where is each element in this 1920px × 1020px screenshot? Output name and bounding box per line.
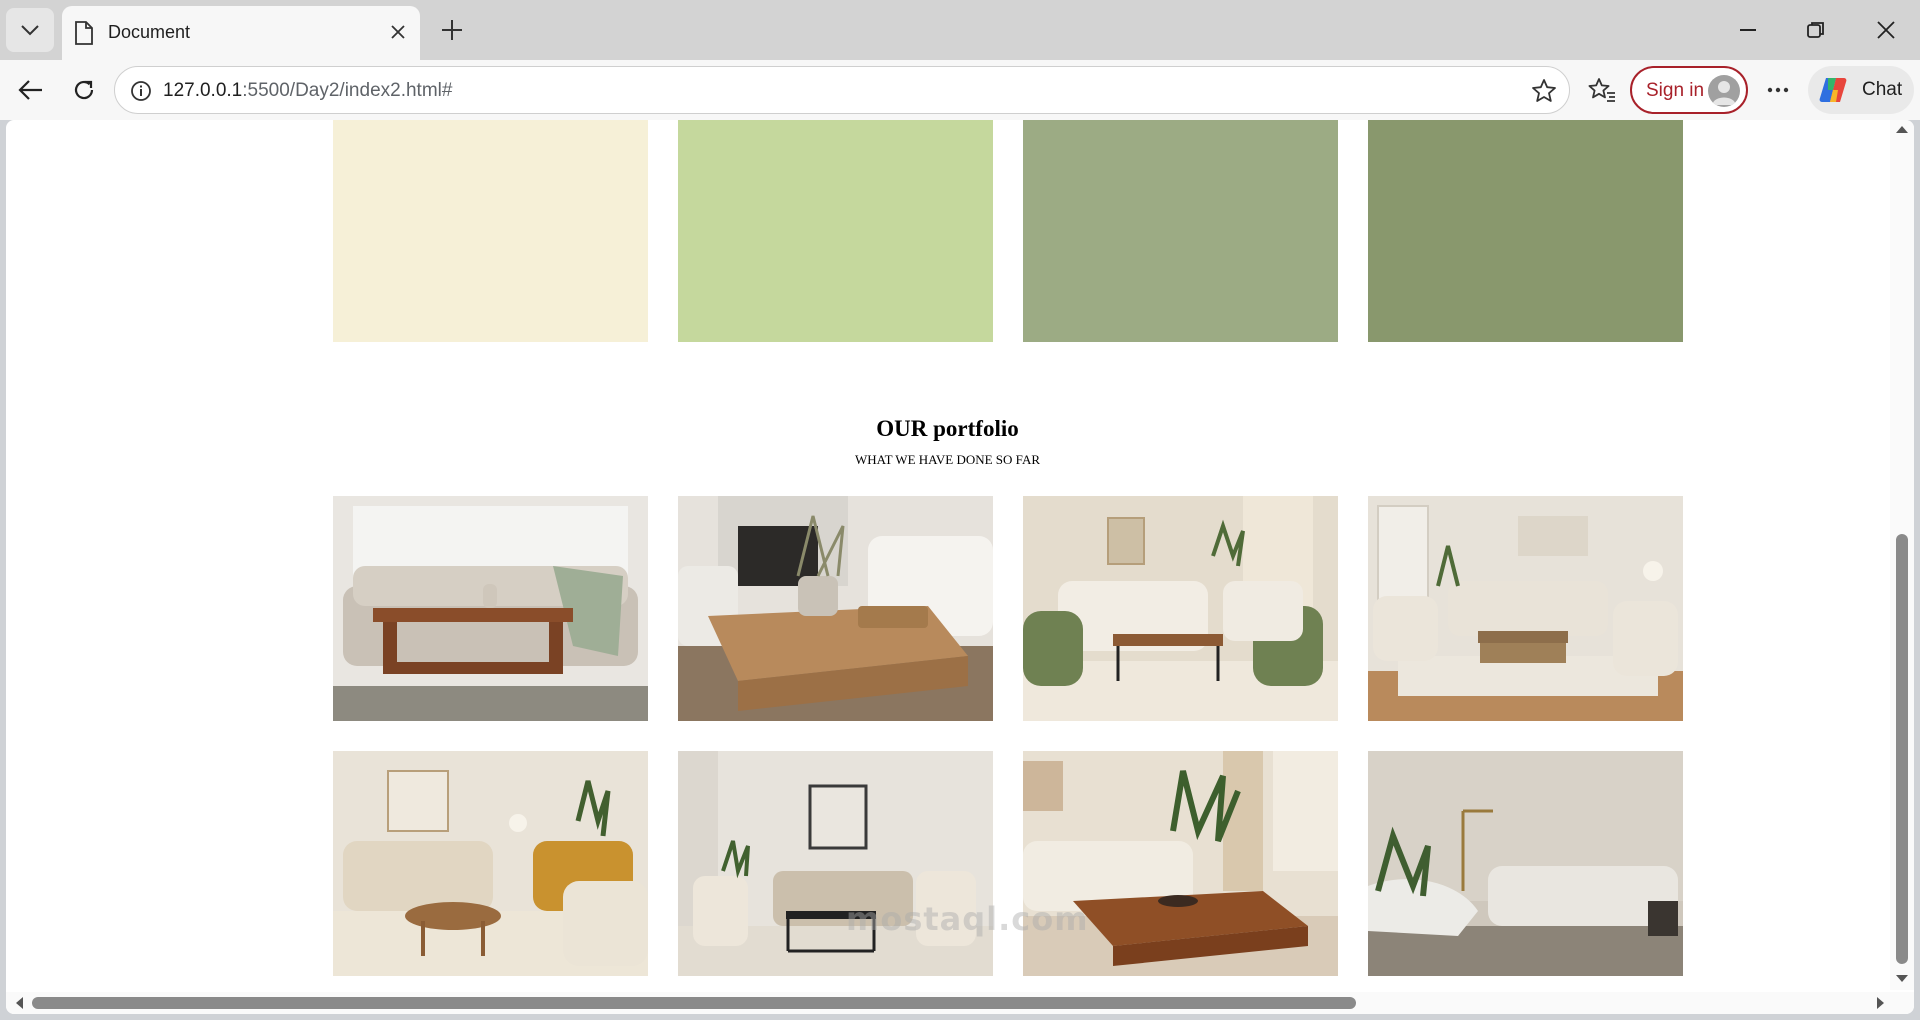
url-text[interactable]: 127.0.0.1:5500/Day2/index2.html# (163, 80, 452, 102)
mustard-armchair-image (333, 751, 648, 976)
tab-strip: Document (0, 0, 1920, 60)
new-tab-button[interactable] (434, 12, 470, 48)
color-swatch (678, 120, 993, 342)
portfolio-image-8 (1368, 751, 1683, 976)
color-swatch (1368, 120, 1683, 342)
close-tab-button[interactable] (386, 20, 410, 44)
horizontal-scrollbar[interactable] (6, 992, 1914, 1014)
user-icon (1712, 81, 1736, 105)
copilot-icon (1819, 78, 1847, 102)
close-window-button[interactable] (1862, 10, 1910, 50)
scroll-up-arrow-icon[interactable] (1896, 126, 1908, 133)
document-icon (75, 21, 93, 45)
scroll-left-arrow-icon[interactable] (16, 997, 23, 1009)
fireplace-room-image (678, 496, 993, 721)
close-icon (1877, 21, 1895, 39)
sofa-coffee-table-image (333, 496, 648, 721)
color-swatch (1023, 120, 1338, 342)
reload-icon (74, 80, 94, 100)
beige-living-set-image (1368, 496, 1683, 721)
info-icon[interactable] (129, 79, 153, 103)
restore-icon (1807, 22, 1824, 38)
more-horizontal-icon (1767, 87, 1789, 93)
restore-button[interactable] (1792, 10, 1840, 50)
portfolio-image-6 (678, 751, 993, 976)
portfolio-image-5 (333, 751, 648, 976)
horizontal-scroll-thumb[interactable] (32, 997, 1356, 1009)
lounge-chair-image (1368, 751, 1683, 976)
reload-button[interactable] (66, 72, 102, 108)
avatar (1708, 75, 1740, 107)
portfolio-image-3 (1023, 496, 1338, 721)
walnut-table-plant-image (1023, 751, 1338, 976)
tab-list-button[interactable] (6, 8, 54, 52)
arrow-left-icon (18, 80, 42, 100)
framed-art-room-image (678, 751, 993, 976)
favorites-button[interactable] (1584, 72, 1620, 108)
portfolio-image-7 (1023, 751, 1338, 976)
favorites-icon (1588, 78, 1615, 102)
watermark-text: mostaql.com (846, 900, 1089, 938)
close-icon (391, 25, 405, 39)
page-viewport: OUR portfolio WHAT WE HAVE DONE SO FAR m… (6, 120, 1914, 1014)
color-swatch (333, 120, 648, 342)
browser-toolbar: 127.0.0.1:5500/Day2/index2.html# Sign in… (0, 60, 1920, 120)
chevron-down-icon (21, 25, 39, 36)
copilot-chat-button[interactable]: Chat (1808, 66, 1914, 114)
minimize-icon (1740, 29, 1756, 31)
browser-tab[interactable]: Document (62, 6, 420, 60)
scroll-down-arrow-icon[interactable] (1896, 975, 1908, 982)
portfolio-title: OUR portfolio (876, 416, 1019, 441)
sign-in-button[interactable]: Sign in (1630, 66, 1748, 114)
vertical-scrollbar[interactable] (1890, 120, 1914, 990)
address-bar[interactable]: 127.0.0.1:5500/Day2/index2.html# (114, 66, 1570, 114)
back-button[interactable] (12, 72, 48, 108)
minimize-button[interactable] (1724, 10, 1772, 50)
portfolio-image-4 (1368, 496, 1683, 721)
vertical-scroll-thumb[interactable] (1896, 534, 1908, 964)
portfolio-image-2 (678, 496, 993, 721)
portfolio-subtitle: WHAT WE HAVE DONE SO FAR (854, 452, 1040, 467)
scroll-right-arrow-icon[interactable] (1877, 997, 1884, 1009)
more-options-button[interactable] (1760, 72, 1796, 108)
plus-icon (442, 20, 462, 40)
green-armchairs-image (1023, 496, 1338, 721)
tab-title: Document (108, 22, 191, 42)
star-icon[interactable] (1531, 78, 1557, 104)
portfolio-image-1 (333, 496, 648, 721)
